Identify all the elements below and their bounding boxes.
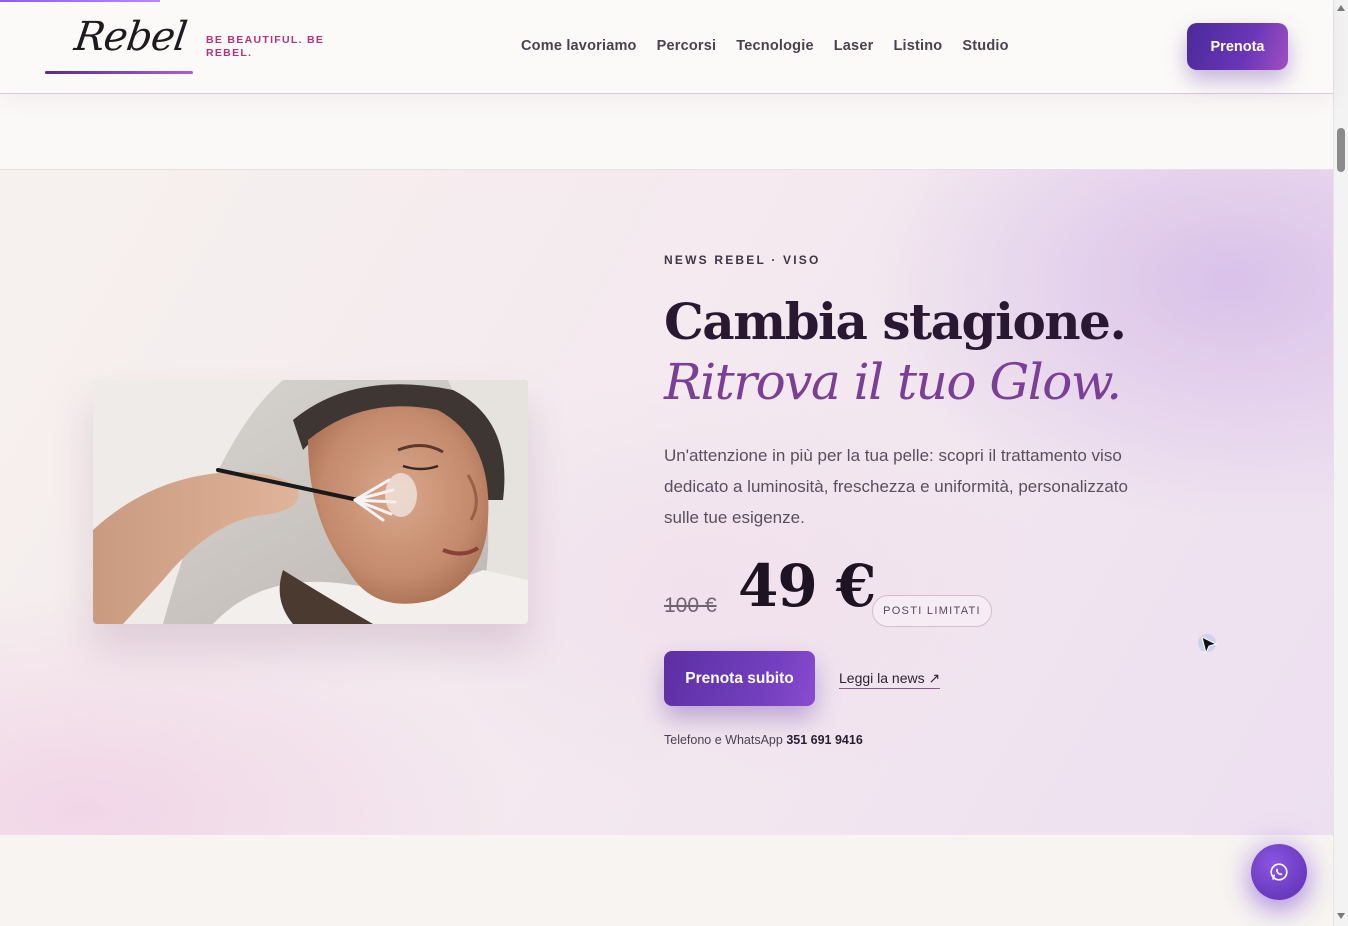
hero-image — [93, 380, 528, 624]
scroll-down-arrow-icon[interactable] — [1337, 913, 1345, 919]
old-price: 100 € — [664, 594, 717, 617]
cursor-icon — [1198, 634, 1218, 655]
hero-title-italic: Ritrova il tuo Glow. — [664, 353, 1122, 411]
limited-spots-badge: POSTI LIMITATI — [872, 595, 992, 627]
news-kicker: NEWS REBEL · VISO — [664, 253, 821, 267]
scrollbar[interactable] — [1333, 0, 1348, 926]
new-price: 49 € — [738, 552, 876, 620]
hero-title: Cambia stagione. — [664, 292, 1127, 351]
scroll-up-arrow-icon[interactable] — [1337, 5, 1345, 11]
contact-info: Telefono e WhatsApp 351 691 9416 — [664, 733, 863, 747]
scroll-progress-bar — [0, 0, 160, 2]
header-prenota-button[interactable]: Prenota — [1187, 23, 1288, 70]
hero-description: Un'attenzione in più per la tua pelle: s… — [664, 446, 1128, 527]
contact-label: Telefono e WhatsApp — [664, 733, 783, 747]
logo-underline — [45, 71, 193, 74]
whatsapp-float-button[interactable] — [1251, 844, 1307, 900]
nav-item-laser[interactable]: Laser — [834, 38, 874, 54]
nav-item-come-lavoriamo[interactable]: Come lavoriamo — [521, 38, 637, 54]
scrollbar-thumb[interactable] — [1337, 128, 1345, 172]
contact-phone[interactable]: 351 691 9416 — [786, 733, 862, 747]
nav-item-listino[interactable]: Listino — [893, 38, 942, 54]
facial-treatment-photo — [93, 380, 528, 624]
nav-item-tecnologie[interactable]: Tecnologie — [736, 38, 813, 54]
read-news-link[interactable]: Leggi la news ↗ — [839, 670, 941, 689]
nav-item-studio[interactable]: Studio — [962, 38, 1008, 54]
section-bottom-band — [0, 835, 1333, 926]
section-top-band — [0, 94, 1333, 170]
whatsapp-icon — [1270, 863, 1288, 881]
nav-item-percorsi[interactable]: Percorsi — [657, 38, 717, 54]
prenota-subito-button[interactable]: Prenota subito — [664, 651, 815, 706]
hero-section: NEWS REBEL · VISO Cambia stagione. Ritro… — [0, 170, 1333, 835]
logo[interactable]: Rebel — [45, 14, 193, 74]
main-nav: Come lavoriamo Percorsi Tecnologie Laser… — [521, 38, 1009, 54]
logo-text: Rebel — [71, 14, 190, 60]
tagline: BE BEAUTIFUL. BE REBEL. — [206, 34, 325, 59]
site-header: Rebel BE BEAUTIFUL. BE REBEL. Come lavor… — [0, 0, 1333, 94]
